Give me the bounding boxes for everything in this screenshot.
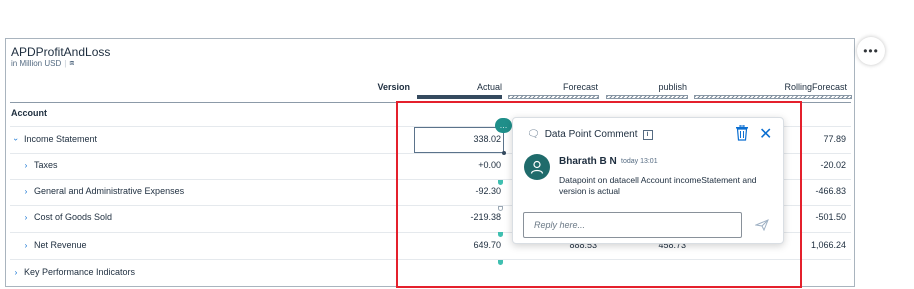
user-avatar-icon [524, 154, 550, 180]
popover-header: 🗨︎ Data Point Comment i [527, 129, 653, 140]
column-rollingforecast[interactable]: RollingForecast [700, 82, 847, 92]
comment-timestamp: today 13:01 [621, 158, 658, 165]
comment-author: Bharath B N [559, 156, 617, 167]
chevron-right-icon[interactable]: › [22, 213, 30, 222]
data-point-comment-popover: 🗨︎ Data Point Comment i ✕ Bharath B N to… [512, 117, 784, 244]
comment-text: Datapoint on datacell Account incomeStat… [559, 175, 757, 196]
trash-icon[interactable] [735, 125, 749, 141]
chevron-right-icon[interactable]: › [22, 187, 30, 196]
column-publish[interactable]: publish [610, 82, 687, 92]
row-label-kpi: Key Performance Indicators [24, 267, 136, 277]
comment-bubble-icon[interactable]: … [495, 118, 512, 133]
info-icon[interactable]: i [642, 129, 653, 140]
row-label-income-statement: Income Statement [24, 134, 98, 144]
actual-version-bar [417, 95, 502, 99]
table-row[interactable]: › Key Performance Indicators [12, 267, 135, 277]
row-label-ga-expenses: General and Administrative Expenses [34, 186, 185, 196]
widget-title: APDProfitAndLoss [11, 45, 111, 59]
table-row[interactable]: › Income Statement [12, 134, 98, 144]
rollingforecast-version-bar [694, 95, 852, 99]
widget-subtitle: in Million USD | ⧈ [11, 58, 74, 68]
close-icon[interactable]: ✕ [759, 124, 772, 144]
table-row[interactable]: › Taxes [22, 160, 58, 170]
popover-title: Data Point Comment [544, 129, 638, 140]
chevron-right-icon[interactable]: › [22, 161, 30, 170]
chevron-down-icon[interactable]: › [12, 135, 21, 143]
chevron-right-icon[interactable]: › [22, 241, 30, 250]
row-label-taxes: Taxes [34, 160, 58, 170]
chevron-right-icon[interactable]: › [12, 268, 20, 277]
reply-input[interactable] [523, 212, 742, 238]
forecast-version-bar [508, 95, 599, 99]
row-label-net-revenue: Net Revenue [34, 240, 87, 250]
table-row[interactable]: › General and Administrative Expenses [22, 186, 184, 196]
column-forecast[interactable]: Forecast [520, 82, 598, 92]
separator: | [64, 58, 67, 68]
send-icon[interactable] [755, 219, 769, 231]
cube-icon[interactable]: ⧈ [69, 58, 74, 68]
account-header: Account [11, 108, 47, 118]
more-icon[interactable]: ••• [857, 37, 885, 65]
publish-version-bar [606, 95, 688, 99]
table-row[interactable]: › Cost of Goods Sold [22, 212, 112, 222]
unit-label: in Million USD [11, 58, 62, 68]
version-header: Version [377, 82, 410, 92]
row-label-cogs: Cost of Goods Sold [34, 212, 113, 222]
table-row[interactable]: › Net Revenue [22, 240, 87, 250]
comment-icon: 🗨︎ [527, 129, 540, 140]
column-actual[interactable]: Actual [440, 82, 502, 92]
